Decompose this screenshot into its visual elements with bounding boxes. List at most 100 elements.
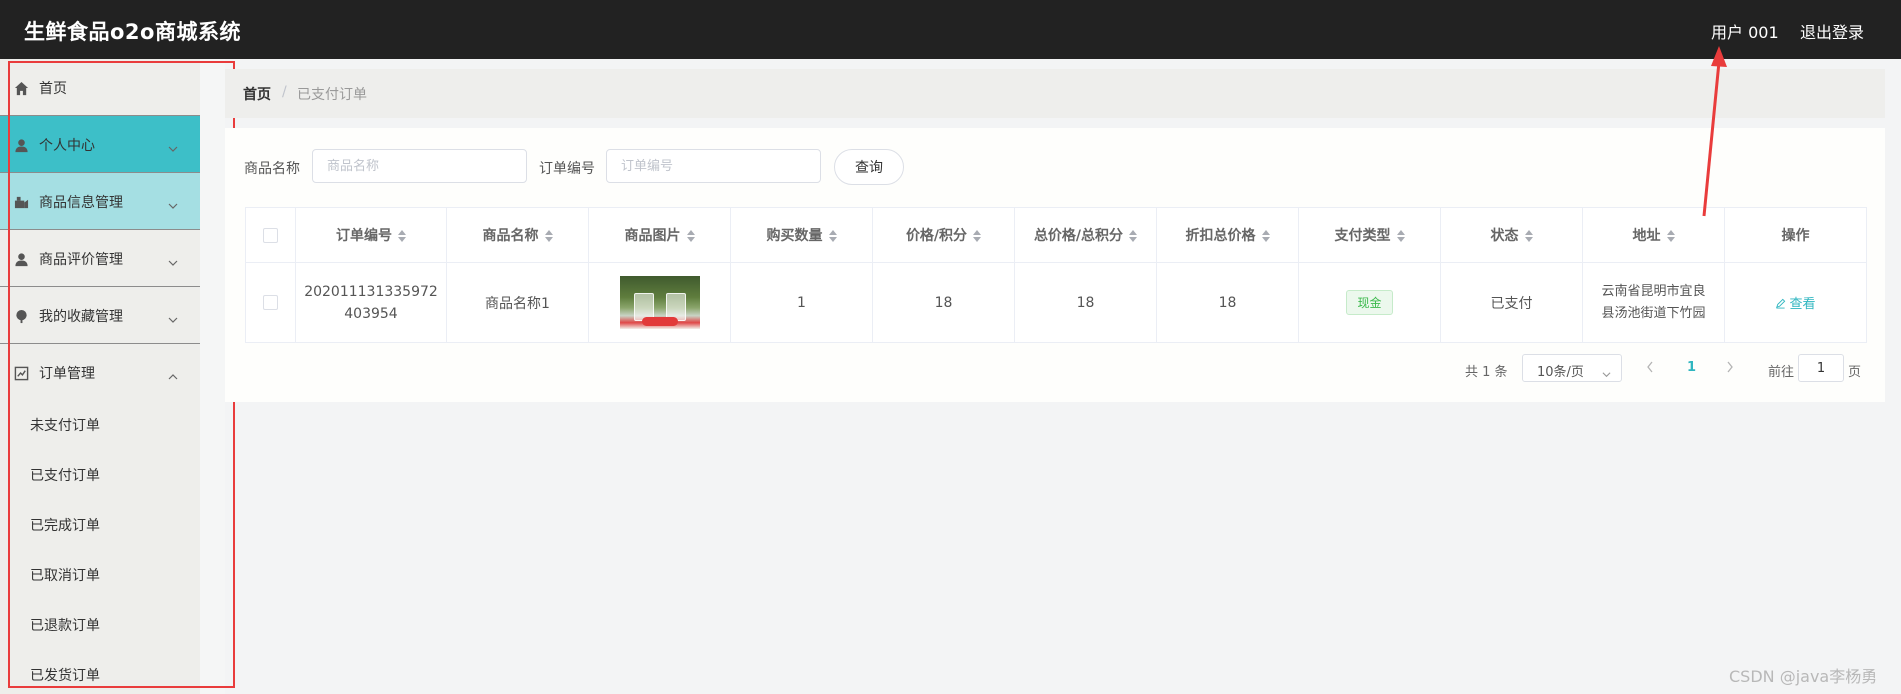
sidebar-subitem-cancelled-orders[interactable]: 已取消订单 bbox=[0, 549, 200, 599]
user-icon bbox=[13, 137, 29, 153]
home-icon bbox=[13, 80, 29, 96]
chevron-up-icon bbox=[168, 367, 178, 380]
sort-icon bbox=[1129, 230, 1138, 242]
address-text: 云南省昆明市宜良 bbox=[1601, 283, 1706, 299]
column-header-label: 状态 bbox=[1490, 228, 1519, 244]
view-button-label: 查看 bbox=[1789, 297, 1816, 312]
select-all-cell bbox=[245, 207, 296, 263]
sidebar-subitem-label: 已支付订单 bbox=[30, 468, 100, 484]
breadcrumb-home[interactable]: 首页 bbox=[243, 84, 271, 104]
column-header-action: 操作 bbox=[1724, 207, 1867, 263]
sidebar-item-home[interactable]: 首页 bbox=[0, 59, 200, 116]
column-header-status[interactable]: 状态 bbox=[1440, 207, 1583, 263]
column-header-address[interactable]: 地址 bbox=[1582, 207, 1725, 263]
pay-type-cell: 现金 bbox=[1298, 262, 1441, 343]
product-thumbnail[interactable] bbox=[619, 276, 700, 329]
quantity-cell: 1 bbox=[730, 262, 873, 343]
sort-icon bbox=[1396, 230, 1405, 242]
sort-icon bbox=[398, 230, 406, 242]
favorite-icon bbox=[13, 308, 29, 324]
chevron-down-icon bbox=[168, 310, 178, 323]
row-checkbox[interactable] bbox=[263, 295, 278, 310]
next-page-button[interactable] bbox=[1725, 359, 1735, 373]
column-header-total-price[interactable]: 总价格/总积分 bbox=[1014, 207, 1157, 263]
sort-icon bbox=[686, 230, 695, 242]
sort-icon bbox=[973, 230, 982, 242]
sidebar-scroll-gutter bbox=[200, 59, 225, 694]
view-button[interactable]: 查看 bbox=[1775, 297, 1816, 312]
product-name-cell: 商品名称1 bbox=[446, 262, 589, 343]
select-all-checkbox[interactable] bbox=[263, 227, 278, 243]
column-header-product-image[interactable]: 商品图片 bbox=[588, 207, 731, 263]
sidebar-subitem-shipped-orders[interactable]: 已发货订单 bbox=[0, 649, 200, 694]
page-number-current[interactable]: 1 bbox=[1687, 360, 1696, 375]
sidebar-item-label: 订单管理 bbox=[39, 366, 95, 382]
goto-page-input[interactable] bbox=[1798, 354, 1844, 382]
sidebar-subitem-unpaid-orders[interactable]: 未支付订单 bbox=[0, 399, 200, 449]
column-header-label: 商品名称 bbox=[482, 228, 539, 244]
order-no-text: 403954 bbox=[344, 305, 398, 322]
user-icon bbox=[13, 251, 29, 267]
column-header-product-name[interactable]: 商品名称 bbox=[446, 207, 589, 263]
breadcrumb-current: 已支付订单 bbox=[297, 87, 367, 103]
address-text: 县汤池街道下竹园 bbox=[1601, 305, 1706, 321]
column-header-order-no[interactable]: 订单编号 bbox=[295, 207, 447, 263]
table-header-row: 订单编号 商品名称 商品图片 购买数量 价格/积分 总价格/总积分 折扣总价格 … bbox=[245, 207, 1867, 263]
sidebar-subitem-label: 已退款订单 bbox=[30, 618, 100, 634]
column-header-label: 商品图片 bbox=[624, 228, 681, 244]
chevron-down-icon bbox=[168, 196, 178, 209]
action-cell: 查看 bbox=[1724, 262, 1867, 343]
table-row: 202011131335972 403954 商品名称1 1 18 18 18 … bbox=[245, 262, 1867, 343]
sidebar-subitem-refunded-orders[interactable]: 已退款订单 bbox=[0, 599, 200, 649]
page-size-select[interactable]: 10条/页 bbox=[1522, 354, 1622, 382]
status-cell: 已支付 bbox=[1440, 262, 1583, 343]
sidebar-subitem-label: 已完成订单 bbox=[30, 518, 100, 534]
prev-page-button[interactable] bbox=[1645, 359, 1655, 373]
product-name-input[interactable] bbox=[312, 149, 527, 183]
sidebar-item-label: 商品评价管理 bbox=[39, 252, 123, 268]
goods-icon bbox=[13, 194, 29, 210]
column-header-label: 总价格/总积分 bbox=[1033, 228, 1124, 244]
sidebar-subitem-completed-orders[interactable]: 已完成订单 bbox=[0, 499, 200, 549]
column-header-label: 价格/积分 bbox=[905, 228, 968, 244]
watermark: CSDN @java李杨勇 bbox=[1729, 667, 1878, 686]
orders-table: 订单编号 商品名称 商品图片 购买数量 价格/积分 总价格/总积分 折扣总价格 … bbox=[245, 207, 1867, 343]
sidebar-item-label: 商品信息管理 bbox=[39, 195, 123, 211]
app-title: 生鲜食品o2o商城系统 bbox=[24, 20, 241, 44]
sidebar-item-goods-management[interactable]: 商品信息管理 bbox=[0, 173, 200, 230]
sidebar-item-order-management[interactable]: 订单管理 bbox=[0, 344, 200, 401]
sort-icon bbox=[544, 230, 553, 242]
column-header-label: 支付类型 bbox=[1334, 228, 1391, 244]
edit-icon bbox=[1776, 298, 1786, 309]
pagination-total: 共 1 条 bbox=[1465, 365, 1508, 380]
column-header-discount-total[interactable]: 折扣总价格 bbox=[1156, 207, 1299, 263]
sidebar: 首页 个人中心 商品信息管理 商品评价管理 我的收藏管理 订单管理 未支付订单 … bbox=[0, 59, 200, 694]
query-button[interactable]: 查询 bbox=[834, 149, 904, 185]
sidebar-subitem-label: 已发货订单 bbox=[30, 668, 100, 684]
sidebar-subitem-label: 已取消订单 bbox=[30, 568, 100, 584]
column-header-quantity[interactable]: 购买数量 bbox=[730, 207, 873, 263]
order-no-cell: 202011131335972 403954 bbox=[295, 262, 447, 343]
column-header-label: 地址 bbox=[1632, 228, 1661, 244]
column-header-label: 订单编号 bbox=[336, 228, 392, 244]
product-name-label: 商品名称 bbox=[244, 161, 300, 177]
sort-icon bbox=[828, 230, 837, 242]
sidebar-item-personal-center[interactable]: 个人中心 bbox=[0, 116, 200, 173]
discount-total-cell: 18 bbox=[1156, 262, 1299, 343]
page-size-value: 10条/页 bbox=[1537, 365, 1584, 380]
current-user: 用户 001 bbox=[1711, 23, 1779, 42]
column-header-pay-type[interactable]: 支付类型 bbox=[1298, 207, 1441, 263]
chevron-down-icon bbox=[168, 139, 178, 152]
sidebar-subitem-paid-orders[interactable]: 已支付订单 bbox=[0, 449, 200, 499]
sort-icon bbox=[1261, 230, 1270, 242]
sidebar-item-review-management[interactable]: 商品评价管理 bbox=[0, 230, 200, 287]
order-no-input[interactable] bbox=[606, 149, 821, 183]
logout-link[interactable]: 退出登录 bbox=[1800, 19, 1864, 43]
column-header-price[interactable]: 价格/积分 bbox=[872, 207, 1015, 263]
top-header: 生鲜食品o2o商城系统 用户 001 退出登录 bbox=[0, 0, 1901, 59]
goto-label: 前往 bbox=[1768, 365, 1795, 380]
sidebar-item-favorites-management[interactable]: 我的收藏管理 bbox=[0, 287, 200, 344]
sidebar-item-label: 首页 bbox=[39, 81, 67, 97]
order-icon bbox=[13, 365, 29, 381]
pay-type-badge: 现金 bbox=[1346, 290, 1393, 315]
